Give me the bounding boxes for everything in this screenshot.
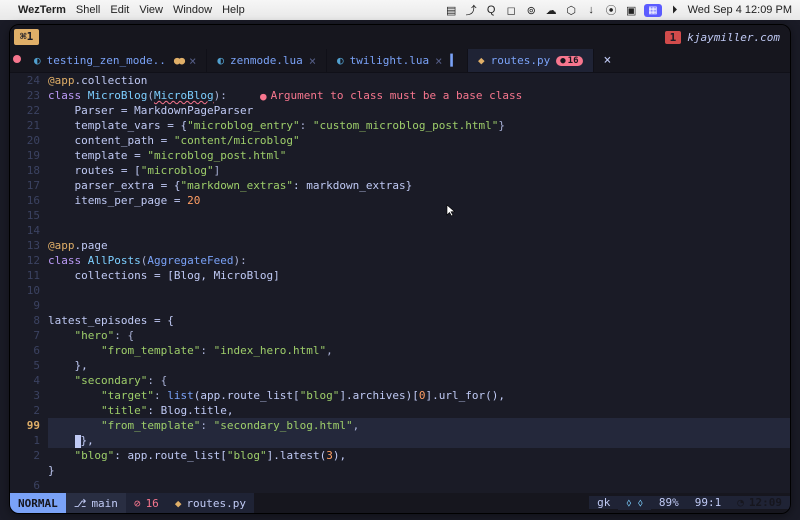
status-percent: 89% [651,496,687,509]
menu-edit[interactable]: Edit [110,4,129,16]
menu-shell[interactable]: Shell [76,4,100,16]
menu-view[interactable]: View [139,4,163,16]
tab-label: twilight.lua [350,54,429,67]
menu-extra-icon[interactable]: ◻ [504,4,518,17]
editor-tabline: ◐ testing_zen_mode.. ●● × ◐ zenmode.lua … [10,49,790,73]
status-position: 99:1 [687,496,730,509]
line-gutter: 242322 212019 181716 151413 121110 987 6… [10,73,48,493]
status-line: NORMAL ⎇ main ⊘ 16 ◆ routes.py gk ⬨ ⬨ 89… [10,493,790,513]
status-gk: gk [589,496,618,509]
status-filename[interactable]: ◆ routes.py [167,493,254,513]
tab-label: zenmode.lua [230,54,303,67]
menu-help[interactable]: Help [222,4,245,16]
tab-active-bar-icon: ▍ [450,54,457,67]
menu-window[interactable]: Window [173,4,212,16]
menubar-clock[interactable]: Wed Sep 4 12:09 PM [688,4,792,16]
vim-mode: NORMAL [10,493,66,513]
tab-label: routes.py [491,54,551,67]
lua-file-icon: ◐ [34,54,41,67]
status-clock: ◔ 12:09 [729,496,790,509]
tab-twilight[interactable]: ◐ twilight.lua × ▍ [327,49,468,72]
tab-label: testing_zen_mode.. [47,54,166,67]
menu-extra-icon[interactable]: ▣ [624,4,638,17]
macos-menubar: WezTerm Shell Edit View Window Help ▤ ⤴ … [0,0,800,20]
app-name[interactable]: WezTerm [18,4,66,16]
git-branch[interactable]: ⎇ main [66,493,126,513]
code-area[interactable]: @app.collection class MicroBlog(MicroBlo… [48,73,790,493]
tab-zenmode[interactable]: ◐ zenmode.lua × [207,49,327,72]
lua-file-icon: ◐ [217,54,224,67]
menu-extra-icon[interactable]: ⊚ [524,4,538,17]
menubar-status-area: ▤ ⤴ Q ◻ ⊚ ☁ ⬡ ↓ ⦿ ▣ ▦ ⏵ Wed Sep 4 12:09 … [444,2,792,18]
menu-extra-icon[interactable]: ☁ [544,4,558,17]
branch-icon: ⎇ [74,497,87,510]
lua-file-icon: ◐ [337,54,344,67]
breakpoint-icon[interactable] [13,55,21,63]
unsaved-indicator-icon: ●● [174,54,183,67]
menu-extra-icon[interactable]: ⬡ [564,4,578,17]
tab-domain-index: 1 [665,31,682,44]
menu-extra-icon[interactable]: ▤ [444,4,458,17]
tab-routes[interactable]: ◆ routes.py ●16 [468,49,594,72]
menu-extra-icon[interactable]: Q [484,4,498,16]
python-file-icon: ◆ [478,54,485,67]
tab-domain-label: 1kjaymiller.com [665,31,790,44]
tab-testing-zen-mode[interactable]: ◐ testing_zen_mode.. ●● × [24,49,207,72]
tab-close-icon[interactable]: × [189,54,196,68]
diagnostics-count[interactable]: ⊘ 16 [126,493,167,513]
wezterm-tab-bar: ⌘1 1kjaymiller.com [10,25,790,49]
status-kite: ⬨ ⬨ [618,496,651,510]
diagnostic-message: Argument to class must be a base class [271,89,523,102]
menu-extra-icon[interactable]: ⦿ [604,2,618,18]
clock-icon: ◔ [737,496,744,509]
error-icon: ⊘ [134,497,141,510]
tab-close-active-icon[interactable]: × [594,53,622,68]
cursor-line: }, [48,433,790,448]
tab-close-icon[interactable]: × [435,54,442,68]
python-file-icon: ◆ [175,497,182,510]
tab-close-icon[interactable]: × [309,54,316,68]
menu-extra-icon[interactable]: ↓ [584,4,598,16]
diagnostic-error-icon: ● [260,90,267,103]
tab-index-badge[interactable]: ⌘1 [14,29,39,45]
terminal-window: ⌘1 1kjaymiller.com ◐ testing_zen_mode.. … [9,24,791,514]
menu-extra-pill[interactable]: ▦ [644,4,661,17]
menu-extra-icon[interactable]: ⏵ [668,4,682,17]
code-editor[interactable]: 242322 212019 181716 151413 121110 987 6… [10,73,790,493]
tab-error-count: ●16 [556,56,582,66]
menu-extra-icon[interactable]: ⤴ [464,2,478,18]
